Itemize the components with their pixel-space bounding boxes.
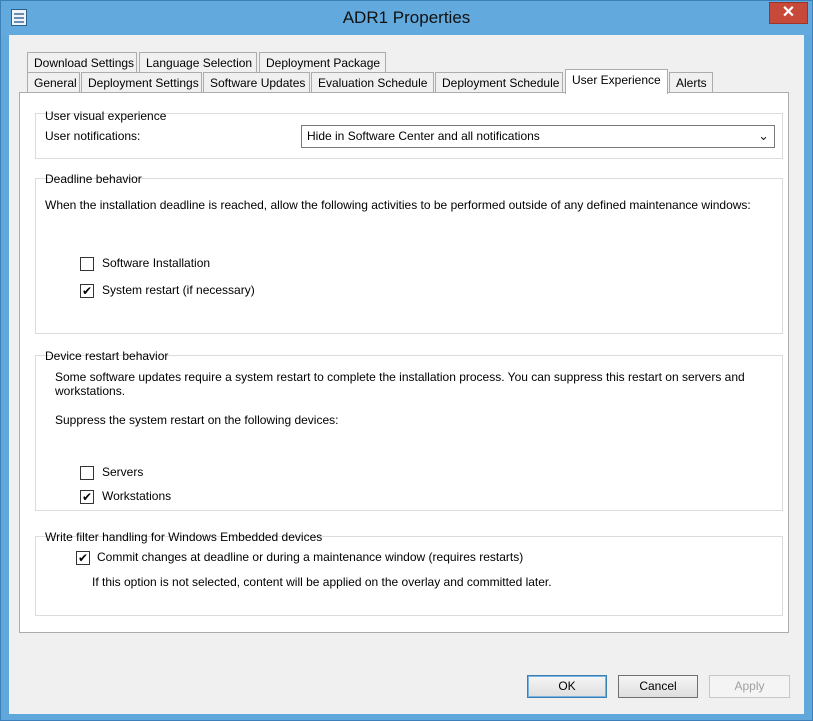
write-filter-title: Write filter handling for Windows Embedd…: [45, 530, 323, 544]
cancel-button[interactable]: Cancel: [618, 675, 698, 698]
ok-button[interactable]: OK: [527, 675, 607, 698]
tab-deployment-package[interactable]: Deployment Package: [259, 52, 386, 73]
tab-deployment-settings[interactable]: Deployment Settings: [81, 72, 202, 93]
commit-changes-label: Commit changes at deadline or during a m…: [97, 550, 524, 564]
tab-deployment-schedule[interactable]: Deployment Schedule: [435, 72, 563, 93]
tab-alerts[interactable]: Alerts: [669, 72, 713, 93]
device-restart-behavior-title: Device restart behavior: [45, 349, 169, 363]
deadline-behavior-description: When the installation deadline is reache…: [45, 198, 751, 212]
device-restart-description-line2: workstations.: [55, 384, 126, 398]
software-installation-label: Software Installation: [102, 256, 211, 270]
suppress-restart-label: Suppress the system restart on the follo…: [55, 413, 339, 427]
system-restart-label: System restart (if necessary): [102, 283, 255, 297]
tab-download-settings[interactable]: Download Settings: [27, 52, 137, 73]
chevron-down-icon: ⌄: [758, 128, 769, 143]
window-title: ADR1 Properties: [342, 8, 471, 27]
workstations-checkbox[interactable]: ✔: [80, 490, 94, 504]
servers-label: Servers: [102, 465, 144, 479]
system-restart-checkbox[interactable]: ✔: [80, 284, 94, 298]
user-notifications-value: Hide in Software Center and all notifica…: [307, 129, 540, 143]
user-visual-experience-title: User visual experience: [45, 109, 167, 123]
write-filter-note: If this option is not selected, content …: [92, 575, 552, 589]
apply-button[interactable]: Apply: [709, 675, 790, 698]
workstations-label: Workstations: [102, 489, 172, 503]
deadline-behavior-title: Deadline behavior: [45, 172, 142, 186]
close-button[interactable]: ✕: [769, 2, 808, 24]
commit-changes-checkbox[interactable]: ✔: [76, 551, 90, 565]
device-restart-description-line1: Some software updates require a system r…: [55, 370, 745, 384]
user-notifications-dropdown[interactable]: Hide in Software Center and all notifica…: [301, 125, 775, 148]
tab-software-updates[interactable]: Software Updates: [203, 72, 310, 93]
properties-window: ADR1 Properties ✕ Download Settings Lang…: [0, 0, 813, 721]
software-installation-checkbox[interactable]: [80, 257, 94, 271]
tab-general[interactable]: General: [27, 72, 80, 93]
tab-user-experience[interactable]: User Experience: [565, 69, 668, 94]
user-notifications-label: User notifications:: [45, 129, 141, 143]
tab-language-selection[interactable]: Language Selection: [139, 52, 257, 73]
servers-checkbox[interactable]: [80, 466, 94, 480]
title-bar[interactable]: ADR1 Properties ✕: [1, 1, 812, 35]
tab-evaluation-schedule[interactable]: Evaluation Schedule: [311, 72, 434, 93]
